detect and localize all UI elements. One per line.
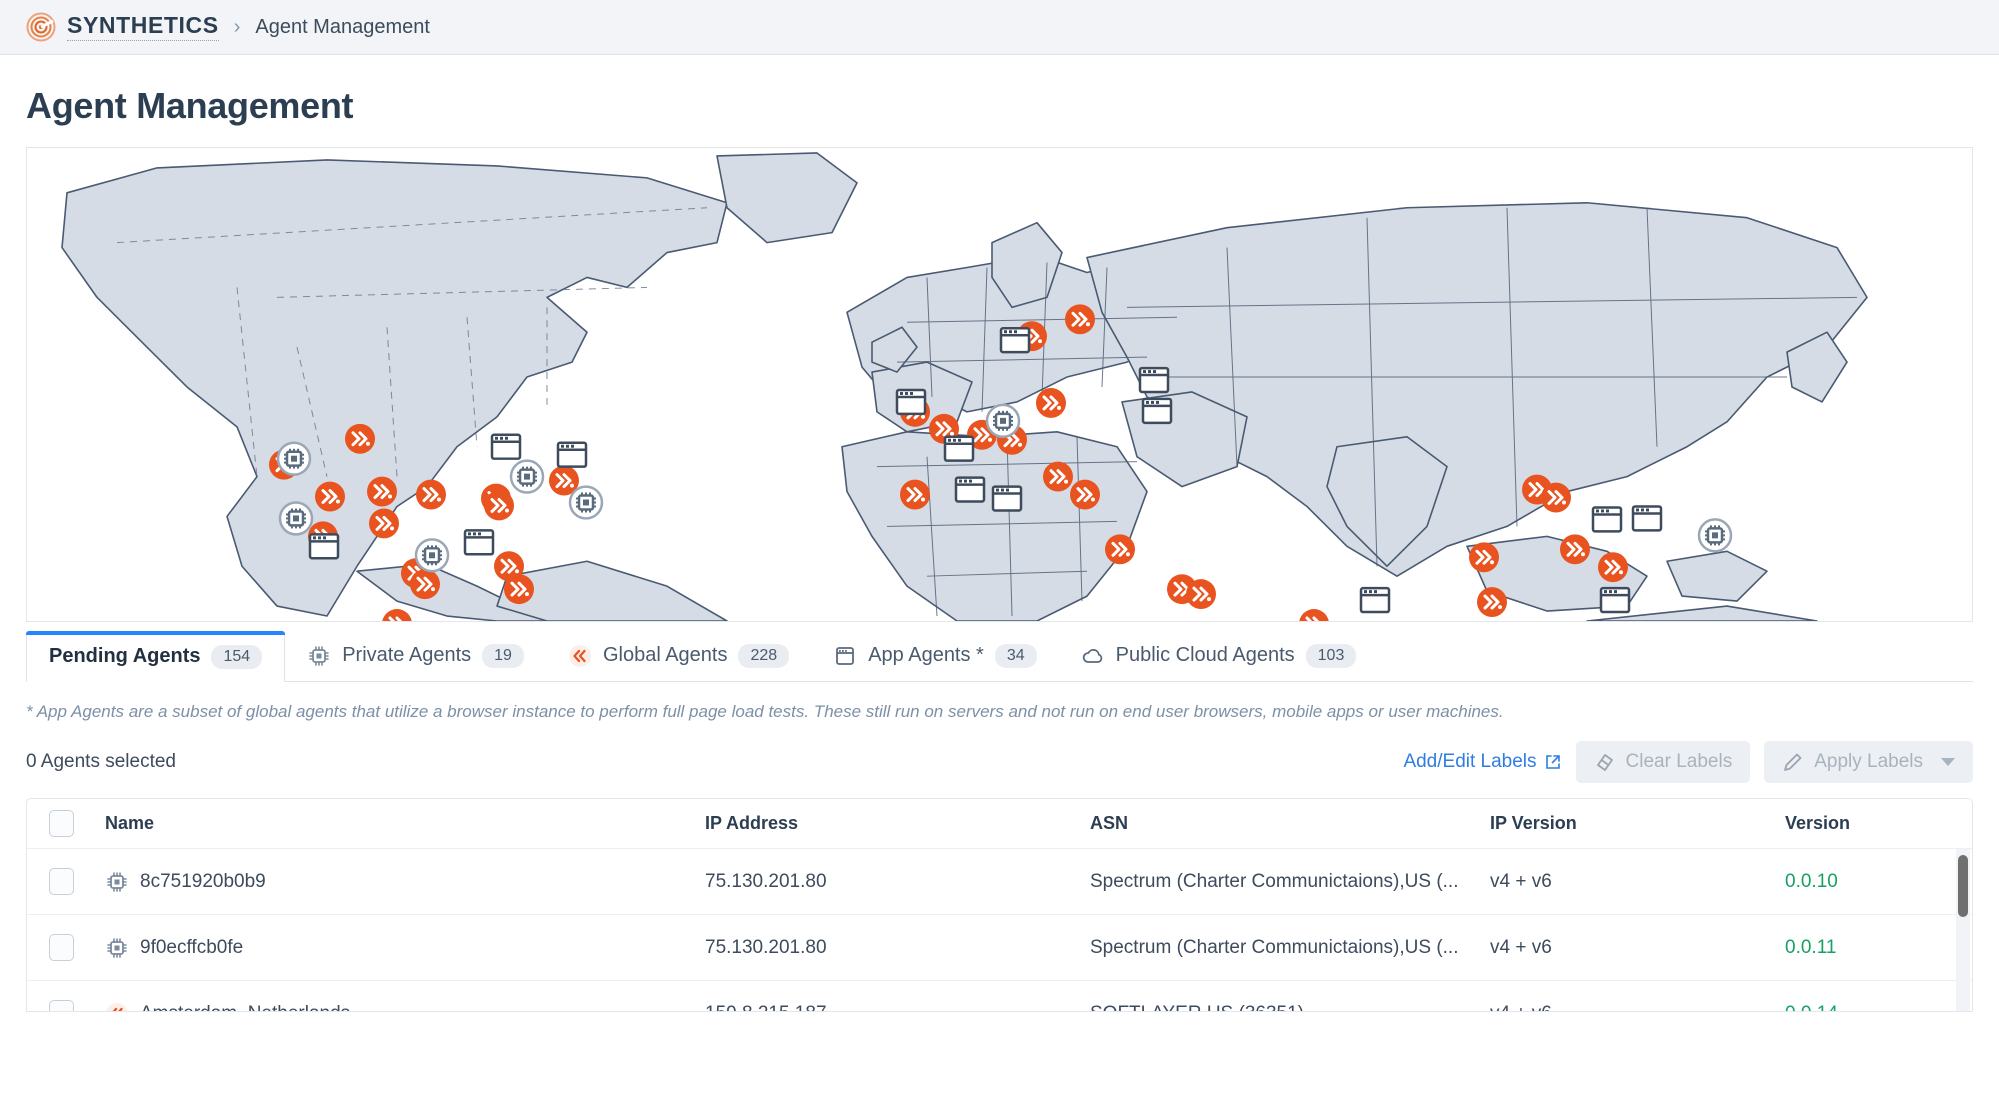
agent-name: 8c751920b0b9 [140, 871, 266, 893]
agent-ip-address: 75.130.201.80 [705, 871, 1090, 893]
tab-count: 228 [738, 644, 789, 668]
tab-label: Public Cloud Agents [1116, 644, 1295, 667]
chevron-left-double-icon [568, 644, 592, 668]
column-header-asn[interactable]: ASN [1090, 813, 1490, 834]
agent-name-cell: 9f0ecffcb0fe [105, 936, 705, 960]
apply-labels-button[interactable]: Apply Labels [1764, 741, 1973, 783]
browser-window-icon [833, 644, 857, 668]
tab-count: 34 [995, 644, 1037, 668]
agent-asn: Spectrum (Charter Communictaions),US (..… [1090, 871, 1490, 893]
external-link-icon [1544, 753, 1562, 771]
row-checkbox[interactable] [49, 868, 74, 895]
agent-asn: Spectrum (Charter Communictaions),US (..… [1090, 937, 1490, 959]
agent-ip-address: 159.8.215.187 [705, 1003, 1090, 1013]
row-select-cell [49, 934, 105, 961]
scrollbar-thumb[interactable] [1958, 855, 1968, 917]
world-agent-map[interactable] [26, 147, 1973, 622]
agent-name: 9f0ecffcb0fe [140, 937, 243, 959]
agent-version: 0.0.10 [1785, 871, 1973, 893]
row-select-cell [49, 1000, 105, 1012]
agent-ip-version: v4 + v6 [1490, 1003, 1785, 1013]
column-header-version[interactable]: Version [1785, 813, 1973, 834]
agents-table: Name IP Address ASN IP Version Version 8… [26, 798, 1973, 1012]
toolbar-actions: Add/Edit Labels Clear Labels Apply Label… [1403, 741, 1973, 783]
map-canvas [27, 148, 1972, 621]
tab-count: 103 [1306, 644, 1357, 668]
synthetics-spiral-icon [26, 12, 56, 42]
chip-icon [307, 644, 331, 668]
brand-name[interactable]: SYNTHETICS [67, 13, 219, 41]
apply-labels-label: Apply Labels [1814, 751, 1923, 773]
table-row[interactable]: 8c751920b0b9 75.130.201.80 Spectrum (Cha… [27, 849, 1972, 915]
column-header-ip-address[interactable]: IP Address [705, 813, 1090, 834]
chip-icon [105, 936, 129, 960]
cloud-icon [1081, 644, 1105, 668]
tab-count: 154 [211, 645, 262, 669]
row-checkbox[interactable] [49, 1000, 74, 1012]
add-edit-labels-label: Add/Edit Labels [1403, 751, 1536, 773]
column-header-name[interactable]: Name [105, 813, 705, 834]
breadcrumb-current: Agent Management [255, 16, 430, 39]
tab-global-agents[interactable]: Global Agents 228 [546, 630, 811, 681]
agent-ip-address: 75.130.201.80 [705, 937, 1090, 959]
tab-pending-agents[interactable]: Pending Agents 154 [26, 631, 285, 682]
tab-label: App Agents * [868, 644, 984, 667]
tab-label: Private Agents [342, 644, 471, 667]
agent-version: 0.0.14 [1785, 1003, 1973, 1013]
agent-asn: SOFTLAYER,US (36351) [1090, 1003, 1490, 1013]
clear-labels-button[interactable]: Clear Labels [1576, 741, 1751, 783]
table-header-row: Name IP Address ASN IP Version Version [27, 799, 1972, 849]
agent-ip-version: v4 + v6 [1490, 937, 1785, 959]
eraser-icon [1594, 751, 1616, 773]
row-select-cell [49, 868, 105, 895]
agent-name-cell: 8c751920b0b9 [105, 870, 705, 894]
breadcrumb: SYNTHETICS › Agent Management [0, 0, 1999, 55]
select-all-checkbox[interactable] [49, 810, 74, 837]
table-row[interactable]: Amsterdam, Netherlands 159.8.215.187 SOF… [27, 981, 1972, 1012]
chip-icon [105, 870, 129, 894]
select-all-cell [49, 810, 105, 837]
agent-name-cell: Amsterdam, Netherlands [105, 1002, 705, 1013]
table-row[interactable]: 9f0ecffcb0fe 75.130.201.80 Spectrum (Cha… [27, 915, 1972, 981]
pencil-icon [1782, 751, 1804, 773]
tab-app-agents[interactable]: App Agents * 34 [811, 630, 1058, 681]
page-title: Agent Management [0, 55, 1999, 147]
agent-name: Amsterdam, Netherlands [140, 1003, 350, 1013]
row-checkbox[interactable] [49, 934, 74, 961]
tab-label: Global Agents [603, 644, 728, 667]
column-header-ip-version[interactable]: IP Version [1490, 813, 1785, 834]
agent-version: 0.0.11 [1785, 937, 1973, 959]
chevron-left-double-icon [105, 1002, 129, 1013]
agent-ip-version: v4 + v6 [1490, 871, 1785, 893]
tab-count: 19 [482, 644, 524, 668]
chevron-down-icon [1941, 758, 1955, 766]
add-edit-labels-link[interactable]: Add/Edit Labels [1403, 751, 1561, 773]
clear-labels-label: Clear Labels [1626, 751, 1733, 773]
labels-toolbar: 0 Agents selected Add/Edit Labels Clear … [26, 740, 1973, 784]
app-agents-footnote: * App Agents are a subset of global agen… [26, 702, 1973, 722]
tab-public-cloud-agents[interactable]: Public Cloud Agents 103 [1059, 630, 1379, 681]
tab-label: Pending Agents [49, 645, 200, 668]
tab-private-agents[interactable]: Private Agents 19 [285, 630, 546, 681]
selected-agents-count: 0 Agents selected [26, 751, 176, 773]
agent-tabs: Pending Agents 154 Private Agents 19 Glo… [26, 630, 1973, 682]
table-scrollbar[interactable] [1956, 849, 1970, 1011]
breadcrumb-separator: › [234, 16, 241, 39]
